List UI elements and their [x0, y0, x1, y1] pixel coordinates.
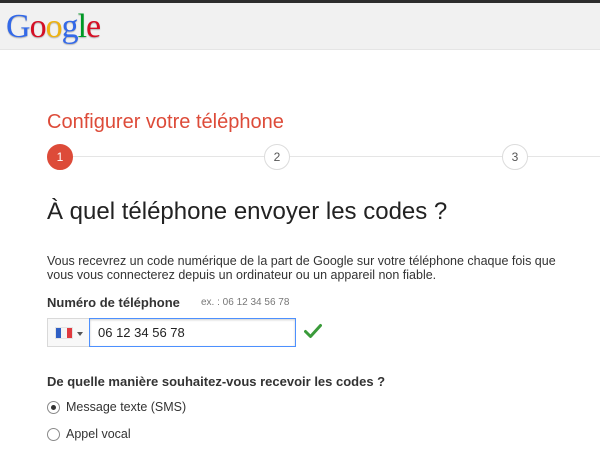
voice-call-option[interactable]: Appel vocal	[47, 426, 131, 442]
france-flag-icon	[56, 328, 72, 338]
logo-letter: o	[45, 8, 63, 45]
checkmark-icon	[304, 324, 322, 338]
phone-example-hint: ex. : 06 12 34 56 78	[201, 297, 290, 308]
logo-letter: l	[77, 8, 88, 45]
step-3: 3	[502, 144, 528, 170]
sms-option-label: Message texte (SMS)	[66, 400, 187, 414]
voice-call-option-label: Appel vocal	[66, 427, 131, 441]
voice-call-radio[interactable]	[47, 427, 60, 441]
step-1: 1	[47, 144, 73, 170]
logo-letter: o	[29, 8, 47, 45]
page-title: Configurer votre téléphone	[47, 111, 284, 133]
logo-letter: G	[6, 8, 31, 45]
step-2: 2	[264, 144, 290, 170]
section-heading: À quel téléphone envoyer les codes ?	[47, 198, 448, 225]
sms-option[interactable]: Message texte (SMS)	[47, 399, 186, 415]
country-select[interactable]	[47, 318, 89, 347]
chevron-down-icon	[77, 332, 83, 336]
phone-number-input[interactable]	[89, 318, 296, 347]
google-logo[interactable]: Google	[6, 7, 101, 47]
step-progress: 1 2 3	[0, 142, 600, 172]
logo-letter: e	[86, 8, 101, 45]
sms-radio[interactable]	[47, 400, 60, 414]
logo-letter: g	[61, 8, 79, 45]
top-bar: Google	[0, 0, 600, 50]
phone-number-label: Numéro de téléphone	[47, 295, 180, 310]
description-text: Vous recevrez un code numérique de la pa…	[47, 254, 556, 282]
delivery-method-label: De quelle manière souhaitez-vous recevoi…	[47, 374, 386, 389]
